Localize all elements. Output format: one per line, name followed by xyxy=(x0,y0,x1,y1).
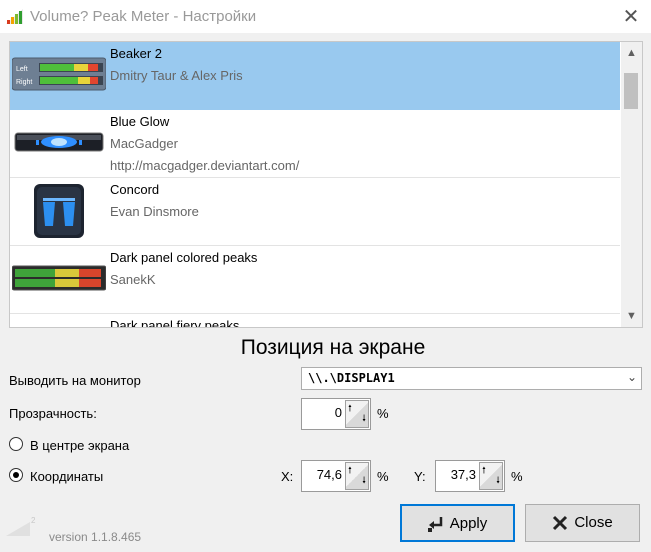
scroll-up-arrow-icon[interactable]: ▲ xyxy=(621,42,642,64)
skin-author: MacGadger xyxy=(110,136,178,151)
version-label: version 1.1.8.465 xyxy=(49,530,142,544)
concord-meter-thumbnail xyxy=(34,184,84,238)
monitor-label: Выводить на монитор xyxy=(9,373,141,388)
y-percent: % xyxy=(511,469,523,484)
transparency-stepper[interactable]: 0 🠕 🠗 xyxy=(301,398,371,430)
skin-list-scrollbar[interactable]: ▲ ▼ xyxy=(621,42,642,327)
dark-panel-meter-thumbnail xyxy=(12,265,106,291)
center-label: В центре экрана xyxy=(30,438,130,453)
arrow-up-icon: 🠕 xyxy=(348,465,352,475)
y-spin-buttons[interactable]: 🠕 🠗 xyxy=(479,462,503,490)
y-label: Y: xyxy=(414,469,426,484)
arrow-down-icon: 🠗 xyxy=(362,413,366,423)
apply-label: Apply xyxy=(449,515,488,533)
skin-name: Blue Glow xyxy=(110,114,170,129)
monitor-select[interactable]: \\.\DISPLAY1 ⌄ xyxy=(301,367,642,390)
logo-superscript: 2 xyxy=(31,516,36,525)
coordinates-radio[interactable] xyxy=(9,468,23,482)
skin-name: Dark panel colored peaks xyxy=(110,250,258,265)
transparency-percent: % xyxy=(377,406,389,421)
skin-author: SanekK xyxy=(110,272,156,287)
monitor-value: \\.\DISPLAY1 xyxy=(308,371,395,385)
skin-author: Dmitry Taur & Alex Pris xyxy=(110,68,243,83)
x-value: 74,6 xyxy=(316,467,342,482)
y-coordinate-stepper[interactable]: 37,3 🠕 🠗 xyxy=(435,460,505,492)
arrow-up-icon: 🠕 xyxy=(482,465,486,475)
scroll-down-arrow-icon[interactable]: ▼ xyxy=(621,305,642,327)
skin-item-dark-panel-colored-peaks[interactable]: Dark panel colored peaks SanekK xyxy=(10,246,620,314)
transparency-label: Прозрачность: xyxy=(9,406,97,421)
center-radio[interactable] xyxy=(9,437,23,451)
title-bar: Volume? Peak Meter - Настройки ✕ xyxy=(0,0,651,33)
chevron-down-icon: ⌄ xyxy=(626,370,637,384)
x-spin-buttons[interactable]: 🠕 🠗 xyxy=(345,462,369,490)
skin-url: http://macgadger.deviantart.com/ xyxy=(110,158,300,173)
close-window-button[interactable]: ✕ xyxy=(612,3,650,31)
blue-glow-meter-thumbnail xyxy=(14,132,104,152)
thumb-left-label: Left xyxy=(16,66,28,73)
skin-item-blue-glow[interactable]: Blue Glow MacGadger http://macgadger.dev… xyxy=(10,110,620,178)
skin-item-beaker-2[interactable]: Left Right Beaker 2 Dmitry Taur & Alex P… xyxy=(10,42,620,110)
apply-enter-icon xyxy=(427,517,442,533)
x-percent: % xyxy=(377,469,389,484)
coordinates-label: Координаты xyxy=(30,469,104,484)
y-value: 37,3 xyxy=(450,467,476,482)
thumb-right-label: Right xyxy=(16,79,33,86)
skin-item-dark-panel-fiery-peaks[interactable]: Dark panel fiery peaks xyxy=(10,314,620,328)
skin-name: Concord xyxy=(110,182,160,197)
arrow-down-icon: 🠗 xyxy=(496,475,500,485)
transparency-spin-buttons[interactable]: 🠕 🠗 xyxy=(345,400,369,428)
transparency-value: 0 xyxy=(334,405,342,420)
arrow-up-icon: 🠕 xyxy=(348,403,352,413)
position-heading: Позиция на экране xyxy=(240,336,426,359)
skin-author: Evan Dinsmore xyxy=(110,204,199,219)
window-title: Volume? Peak Meter - Настройки xyxy=(30,8,257,25)
skin-item-concord[interactable]: Concord Evan Dinsmore xyxy=(10,178,620,246)
skin-name: Beaker 2 xyxy=(110,46,163,61)
skin-name: Dark panel fiery peaks xyxy=(110,318,240,328)
radio-selected-dot xyxy=(13,472,19,478)
peak-meter-app-icon xyxy=(6,9,23,24)
close-label: Close xyxy=(574,514,613,532)
close-icon xyxy=(553,515,568,531)
arrow-down-icon: 🠗 xyxy=(362,475,366,485)
peak-meter-logo-icon: 2 xyxy=(6,516,36,536)
scroll-thumb[interactable] xyxy=(624,73,638,109)
close-button[interactable]: Close xyxy=(525,504,640,542)
x-coordinate-stepper[interactable]: 74,6 🠕 🠗 xyxy=(301,460,371,492)
skin-list[interactable]: Left Right Beaker 2 Dmitry Taur & Alex P… xyxy=(9,41,643,328)
beaker-meter-thumbnail xyxy=(12,57,106,91)
x-label: X: xyxy=(281,469,294,484)
apply-button[interactable]: Apply xyxy=(400,504,515,542)
